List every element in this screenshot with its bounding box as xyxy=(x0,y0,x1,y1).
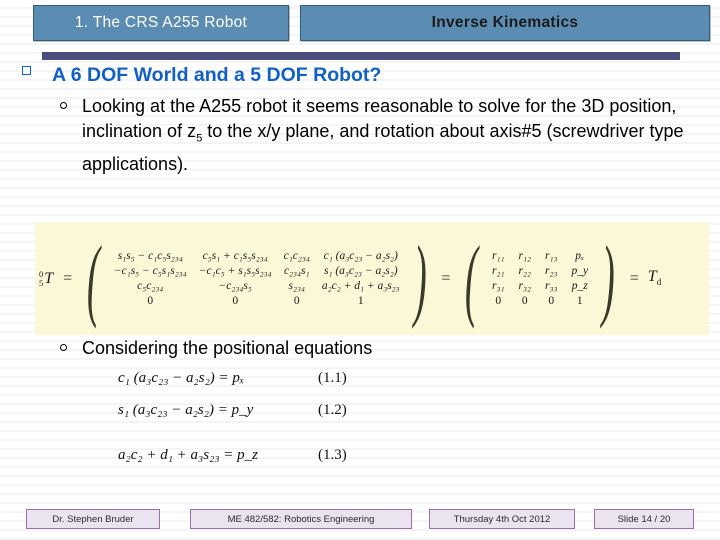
cell-r4c1: 0 xyxy=(147,295,154,307)
matrix-equation-panel: 0 5 T = ( s₁s₅ − c₁c₅s₂₃₄ c₅s₁ + c₁s₅s₂₃… xyxy=(35,222,709,335)
forward-kinematics-matrix: s₁s₅ − c₁c₅s₂₃₄ c₅s₁ + c₁s₅s₂₃₄ c₁c₂₃₄ c… xyxy=(109,250,405,307)
bullet-level1-text: A 6 DOF World and a 5 DOF Robot? xyxy=(52,64,382,86)
equation-1-number: (1.1) xyxy=(318,370,347,386)
right-paren-close: ) xyxy=(601,226,615,329)
footer-slide-number-text: Slide 14 / 20 xyxy=(617,513,671,525)
equals-sign-1: = xyxy=(63,269,73,287)
equation-3-number: (1.3) xyxy=(318,447,347,463)
circle-bullet-icon xyxy=(60,102,67,109)
matrix-equation: 0 5 T = ( s₁s₅ − c₁c₅s₂₃₄ c₅s₁ + c₁s₅s₂₃… xyxy=(35,226,662,329)
td-subscript: d xyxy=(656,278,662,289)
section-title-text: 1. The CRS A255 Robot xyxy=(74,14,248,31)
td-cell-r3c3: r₃₃ xyxy=(544,280,558,292)
circle-bullet-icon-2 xyxy=(60,344,67,351)
equation-row: c₁ (a₃c₂₃ − a₂s₂) = pₓ (1.1) xyxy=(0,366,720,398)
td-cell-r1c1: r₁₁ xyxy=(492,250,505,262)
positional-equations-list: c₁ (a₃c₂₃ − a₂s₂) = pₓ (1.1) s₁ (a₃c₂₃ −… xyxy=(0,366,720,475)
slide-footer: Dr. Stephen Bruder ME 482/582: Robotics … xyxy=(0,509,720,531)
cell-r1c2: c₅s₁ + c₁s₅s₂₃₄ xyxy=(202,250,268,262)
bullet-level1: A 6 DOF World and a 5 DOF Robot? xyxy=(0,62,720,88)
desired-pose-matrix: r₁₁ r₁₂ r₁₃ pₓ r₂₁ r₂₂ r₂₃ p_y r₃₁ r₃₂ r… xyxy=(487,250,593,307)
left-paren-close: ) xyxy=(413,226,427,329)
cell-r3c2: −c₂₃₄s₅ xyxy=(218,280,252,292)
td-cell-r2c1: r₂₁ xyxy=(492,265,505,277)
td-cell-r2c3: r₂₃ xyxy=(544,265,558,277)
td-cell-r1c2: r₁₂ xyxy=(518,250,531,262)
section-title-box[interactable]: 1. The CRS A255 Robot xyxy=(33,5,289,41)
td-cell-r2c2: r₂₂ xyxy=(518,265,531,277)
cell-r2c1: −c₁s₅ − c₅s₁s₂₃₄ xyxy=(113,265,187,277)
cell-r4c4: 1 xyxy=(357,295,364,307)
equation-2-body: s₁ (a₃c₂₃ − a₂s₂) = p_y xyxy=(118,402,254,418)
slide-title-text: Inverse Kinematics xyxy=(431,14,579,31)
cell-r3c1: c₅c₂₃₄ xyxy=(137,280,164,292)
slide-body: A 6 DOF World and a 5 DOF Robot? Looking… xyxy=(0,62,720,177)
td-cell-r4c4: 1 xyxy=(576,295,583,307)
footer-author-text: Dr. Stephen Bruder xyxy=(52,513,134,525)
cell-r1c3: c₁c₂₃₄ xyxy=(283,250,310,262)
equation-2-number: (1.2) xyxy=(318,402,347,418)
cell-r2c4: s₁ (a₃c₂₃ − a₂s₂) xyxy=(323,265,398,277)
td-cell-r3c4: p_z xyxy=(571,280,588,292)
td-cell-r1c4: pₓ xyxy=(575,250,585,262)
slide-header: 1. The CRS A255 Robot Inverse Kinematics xyxy=(0,0,720,60)
bullet-level2-first: Looking at the A255 robot it seems reaso… xyxy=(0,94,720,177)
td-letter: T xyxy=(647,268,657,286)
td-cell-r1c3: r₁₃ xyxy=(544,250,558,262)
cell-r1c4: c₁ (a₃c₂₃ − a₂s₂) xyxy=(323,250,398,262)
td-cell-r3c2: r₃₂ xyxy=(518,280,531,292)
equation-3-body: a₂c₂ + d₁ + a₃s₂₃ = p_z xyxy=(118,447,258,463)
equals-sign-3: = xyxy=(629,269,639,287)
equation-row: s₁ (a₃c₂₃ − a₂s₂) = p_y (1.2) xyxy=(0,398,720,430)
cell-r3c4: a₂c₂ + d₁ + a₃s₂₃ xyxy=(321,280,400,292)
transform-subscript: 5 xyxy=(39,277,44,288)
left-paren-open: ( xyxy=(87,226,100,329)
cell-r3c3: s₂₃₄ xyxy=(288,280,305,292)
cell-r2c2: −c₁c₅ + s₁s₅s₂₃₄ xyxy=(198,265,272,277)
slide-title-box[interactable]: Inverse Kinematics xyxy=(300,5,710,41)
equals-sign-2: = xyxy=(441,269,451,287)
bullet-level2-second: Considering the positional equations xyxy=(0,336,720,361)
equation-row: a₂c₂ + d₁ + a₃s₂₃ = p_z (1.3) xyxy=(0,443,720,475)
td-cell-r2c4: p_y xyxy=(571,265,589,277)
td-cell-r4c2: 0 xyxy=(521,295,528,307)
footer-course-text: ME 482/582: Robotics Engineering xyxy=(227,513,375,525)
footer-date-text: Thursday 4th Oct 2012 xyxy=(453,513,551,525)
cell-r4c3: 0 xyxy=(293,295,300,307)
bullet-level2-second-text: Considering the positional equations xyxy=(82,338,373,358)
transform-indices: 0 5 xyxy=(39,270,43,287)
td-cell-r4c1: 0 xyxy=(495,295,502,307)
cell-r2c3: c₂₃₄s₁ xyxy=(283,265,310,277)
right-paren-open: ( xyxy=(465,226,479,329)
td-cell-r4c3: 0 xyxy=(548,295,555,307)
slide-canvas: 1. The CRS A255 Robot Inverse Kinematics… xyxy=(0,0,720,540)
equation-1-body: c₁ (a₃c₂₃ − a₂s₂) = pₓ xyxy=(118,370,245,386)
transform-symbol: 0 5 T xyxy=(39,270,53,288)
footer-author-box[interactable]: Dr. Stephen Bruder xyxy=(26,509,160,529)
transform-letter: T xyxy=(44,269,54,287)
header-divider-bar xyxy=(42,52,680,60)
cell-r1c1: s₁s₅ − c₁c₅s₂₃₄ xyxy=(117,250,183,262)
footer-course-box[interactable]: ME 482/582: Robotics Engineering xyxy=(190,509,412,529)
footer-date-box[interactable]: Thursday 4th Oct 2012 xyxy=(429,509,575,529)
desired-transform-symbol: Td xyxy=(648,268,662,288)
footer-slide-number-box[interactable]: Slide 14 / 20 xyxy=(594,509,694,529)
td-cell-r3c1: r₃₁ xyxy=(492,280,505,292)
square-bullet-icon xyxy=(22,66,31,75)
cell-r4c2: 0 xyxy=(232,295,239,307)
